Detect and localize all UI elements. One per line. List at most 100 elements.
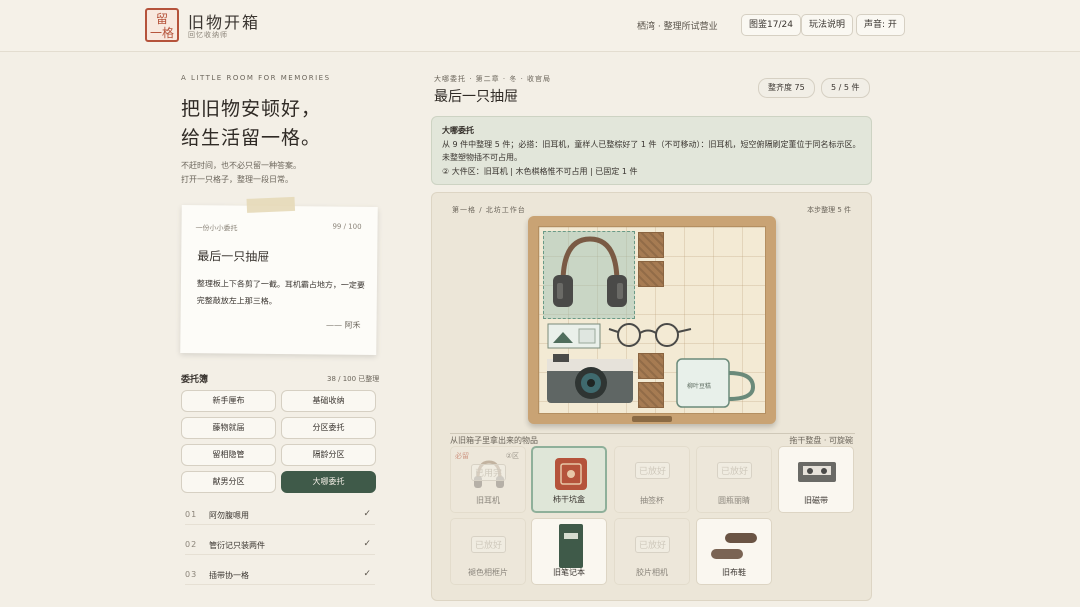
item-card-cassette[interactable]: 旧磁带 [778, 446, 854, 513]
item-name: 旧布鞋 [722, 568, 746, 577]
note-signature: —— 阿禾 [325, 320, 361, 330]
item-card-cup[interactable]: 已放好 抽签杯 [614, 446, 690, 513]
headphones-icon[interactable] [545, 231, 635, 317]
chapter-button-8-active[interactable]: 大哪委托 [281, 471, 376, 493]
chapter-button-3[interactable]: 藤物就届 [181, 417, 276, 439]
section-divider [450, 433, 855, 434]
item-name: 抽签杯 [640, 496, 664, 505]
status-stamp: 已放好 [471, 536, 507, 553]
item-name: 旧耳机 [476, 496, 500, 505]
item-count-badge: 5 / 5 件 [821, 78, 870, 98]
note-from: 一份小小委托 [195, 224, 238, 233]
blocked-slot [638, 232, 664, 258]
inventory-hint: 拖干整盘 · 可旋碗 [789, 436, 853, 445]
brand-logo: 留 一格 [145, 8, 179, 42]
hero-sub-line-1: 不赶时间，也不必只留一种答案。 [181, 161, 301, 170]
commission-log-title: 委托簿 [181, 375, 209, 385]
client-note-card: 一份小小委托 99 / 100 最后一只抽屉 整理板上下各剪了一截。耳机霸占地方… [180, 196, 378, 356]
hero-headline: 把旧物安顿好， 给生活留一格。 [181, 95, 321, 153]
note-body: 整理板上下各剪了一截。耳机霸占地方，一定要完整敲放左上那三格。 [196, 279, 365, 306]
item-name: 褪色相框片 [468, 568, 508, 577]
puzzle-board: 第一格 / 北坊工作台 本步整理 5 件 柳叶豆糕 从旧箱子里拿出来的物品 拖干… [431, 192, 872, 601]
item-card-selected[interactable]: 柿干坑盒 [531, 446, 607, 513]
chapter-button-2[interactable]: 基础收纳 [281, 390, 376, 412]
picture-frame-icon[interactable] [547, 323, 601, 349]
note-score: 99 / 100 [332, 222, 362, 231]
hero-sub-line-2: 打开一只格子，整理一段日常。 [181, 175, 293, 184]
chapter-button-6[interactable]: 隔龄分区 [281, 444, 376, 466]
sound-toggle-button[interactable]: 声音: 开 [856, 14, 905, 36]
level-title: 最后一只抽屉 [434, 89, 518, 105]
brand-subtitle: 回忆收纳师 [188, 31, 228, 39]
mug-label: 柳叶豆糕 [687, 383, 712, 390]
status-stamp: 已放好 [635, 462, 671, 479]
hero-line-1: 把旧物安顿好， [181, 98, 322, 120]
shoes-icon [711, 533, 757, 559]
notebook-icon [559, 524, 583, 568]
item-name: 旧磁带 [804, 496, 828, 505]
brief-meta: ② 大件区：旧耳机 | 木色棋格惟不可占用 | 已固定 1 件 [442, 167, 638, 176]
status-stamp: 已放好 [717, 462, 753, 479]
task-number: 01 [185, 510, 198, 519]
item-name: 胶片相机 [636, 568, 668, 577]
shop-status: 栖湾 · 整理所试营业 [637, 22, 718, 32]
task-number: 03 [185, 570, 198, 579]
lacquer-box-icon [555, 458, 587, 490]
board-breadcrumb: 第一格 / 北坊工作台 [452, 206, 526, 214]
commission-brief: 大哪委托 从 9 件中整理 5 件；必搭：旧耳机，童样人已整棕好了 1 件（不可… [431, 116, 872, 185]
status-stamp: 已放好 [635, 536, 671, 553]
task-label: 阿勿腹嗯用 [209, 511, 249, 520]
chapter-button-1[interactable]: 新手厘布 [181, 390, 276, 412]
drawer-grid[interactable]: 柳叶豆糕 [538, 226, 766, 414]
status-stamp: 已用完 [471, 464, 507, 481]
inventory-label: 从旧箱子里拿出来的物品 [450, 436, 538, 445]
item-card-headphones[interactable]: 必留 ②区 已用完 旧耳机 [450, 446, 526, 513]
logo-char-top: 留 [155, 12, 168, 26]
blocked-slot [638, 261, 664, 287]
note-title: 最后一只抽屉 [197, 249, 270, 264]
blocked-slot [638, 382, 664, 408]
chapter-button-4[interactable]: 分区委托 [281, 417, 376, 439]
task-row[interactable]: 01 阿勿腹嗯用 ✓ [185, 507, 375, 525]
hero-line-2: 给生活留一格。 [181, 127, 322, 149]
drawer-frame: 柳叶豆糕 [528, 216, 776, 424]
task-number: 02 [185, 540, 198, 549]
blocked-slot [638, 353, 664, 379]
brief-title: 大哪委托 [442, 126, 474, 135]
board-remaining: 本步整理 5 件 [807, 206, 851, 214]
check-icon: ✓ [363, 569, 371, 579]
check-icon: ✓ [363, 509, 371, 519]
item-name: 圆瓶丽睛 [718, 496, 750, 505]
brief-text: 从 9 件中整理 5 件；必搭：旧耳机，童样人已整棕好了 1 件（不可移动）：旧… [442, 140, 861, 162]
chapter-button-7[interactable]: 献男分区 [181, 471, 276, 493]
item-card-film-camera[interactable]: 已放好 胶片相机 [614, 518, 690, 585]
logo-char-bottom: 一格 [149, 26, 174, 40]
item-card-glasses[interactable]: 已放好 圆瓶丽睛 [696, 446, 772, 513]
help-button[interactable]: 玩法说明 [801, 14, 854, 36]
level-breadcrumb: 大哪委托 · 第二章 · 冬 · 收官局 [434, 75, 552, 83]
item-name: 柿干坑盒 [553, 495, 585, 504]
item-card-photo[interactable]: 已放好 褪色相框片 [450, 518, 526, 585]
drawer-handle [632, 416, 672, 422]
required-tag: 必留 [455, 452, 469, 460]
check-icon: ✓ [363, 539, 371, 549]
glasses-icon[interactable] [607, 319, 693, 351]
tagline-english: A LITTLE ROOM FOR MEMORIES [181, 74, 331, 82]
commission-log-count: 38 / 100 已整理 [327, 375, 380, 383]
atlas-button[interactable]: 图鉴17/24 [741, 14, 801, 36]
item-card-notebook[interactable]: 旧笔记本 [531, 518, 607, 585]
camera-icon[interactable] [545, 351, 635, 405]
hero-subtext: 不赶时间，也不必只留一种答案。 打开一只格子，整理一段日常。 [181, 159, 301, 187]
item-name: 旧笔记本 [553, 568, 585, 577]
cassette-icon [798, 462, 836, 482]
task-row[interactable]: 02 管衍记只装两件 ✓ [185, 537, 375, 555]
task-label: 管衍记只装两件 [209, 541, 265, 550]
zone-tag: ②区 [505, 452, 519, 460]
top-header: 留 一格 旧物开箱 回忆收纳师 栖湾 · 整理所试营业 图鉴17/24 玩法说明… [0, 0, 1080, 52]
task-label: 插带协一格 [209, 571, 249, 580]
task-row[interactable]: 03 插带协一格 ✓ [185, 567, 375, 585]
item-card-shoes[interactable]: 旧布鞋 [696, 518, 772, 585]
tidiness-badge: 整齐度 75 [758, 78, 815, 98]
chapter-button-5[interactable]: 留相隐管 [181, 444, 276, 466]
tape-decoration [246, 196, 296, 213]
